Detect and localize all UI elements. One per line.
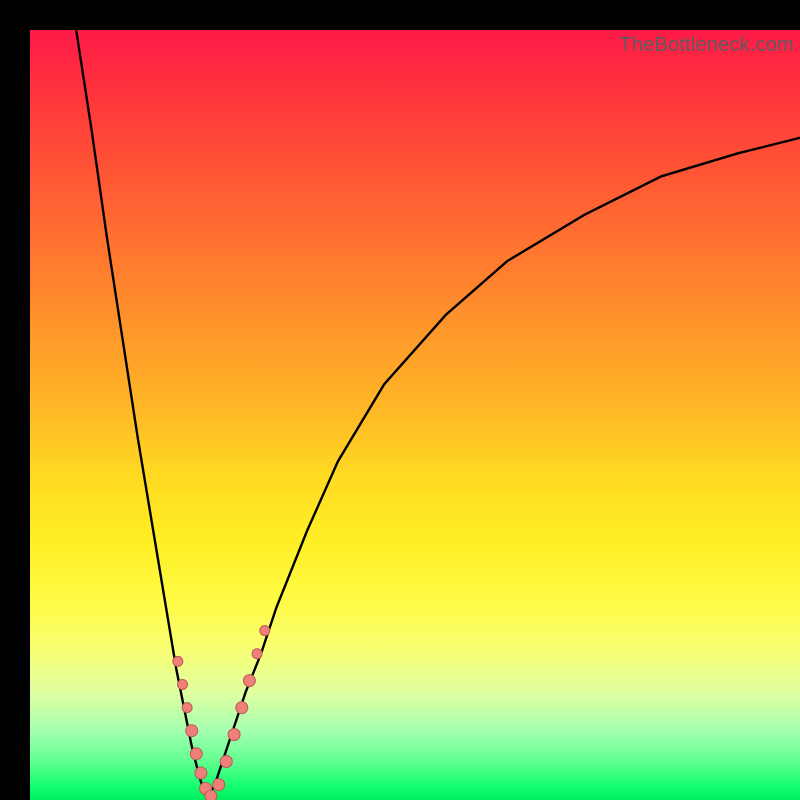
chart-svg	[30, 30, 800, 800]
data-marker	[173, 656, 183, 666]
data-marker	[186, 725, 198, 737]
data-marker	[190, 748, 202, 760]
chart-frame: TheBottleneck.com	[0, 0, 800, 800]
data-marker	[220, 756, 232, 768]
data-marker	[228, 729, 240, 741]
data-marker	[205, 790, 217, 800]
curve-left-branch	[76, 30, 207, 800]
curve-right-branch	[207, 138, 800, 800]
data-marker	[200, 783, 212, 795]
plot-area: TheBottleneck.com	[30, 30, 800, 800]
marker-group	[173, 626, 270, 800]
data-marker	[182, 703, 192, 713]
data-marker	[236, 702, 248, 714]
data-marker	[178, 680, 188, 690]
data-marker	[195, 767, 207, 779]
data-marker	[243, 675, 255, 687]
data-marker	[252, 649, 262, 659]
watermark-label: TheBottleneck.com	[619, 34, 794, 57]
data-marker	[213, 779, 225, 791]
data-marker	[260, 626, 270, 636]
